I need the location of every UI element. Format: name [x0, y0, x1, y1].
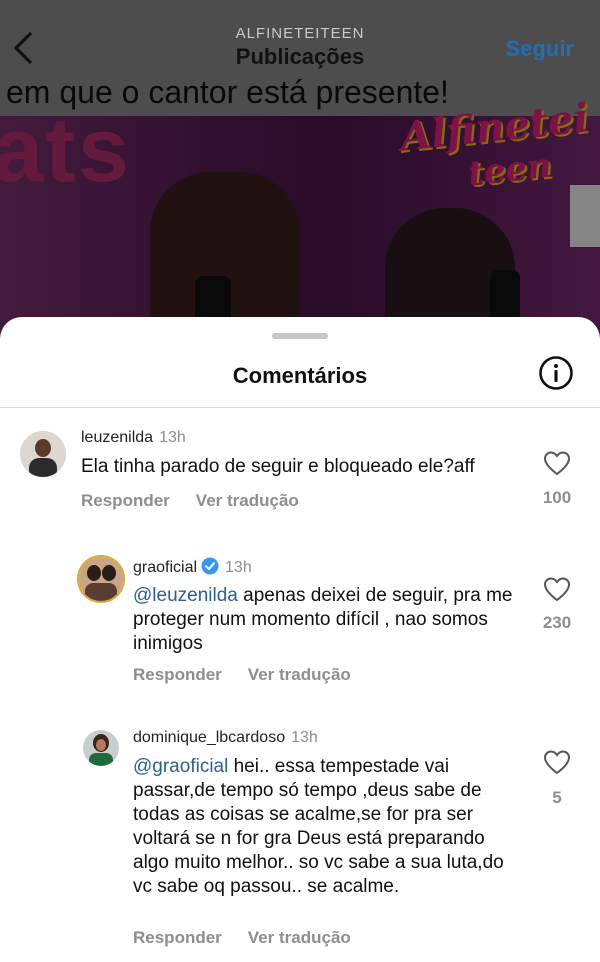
avatar[interactable]	[77, 555, 125, 603]
reply-button[interactable]: Responder	[133, 928, 222, 947]
comment-actions: Responder Ver tradução	[133, 665, 377, 685]
like-count: 100	[542, 488, 572, 507]
timestamp: 13h	[159, 429, 186, 446]
comment-body: hei.. essa tempestade vai passar,de temp…	[133, 756, 504, 897]
comment-body: Ela tinha parado de seguir e bloqueado e…	[81, 456, 475, 477]
translate-button[interactable]: Ver tradução	[248, 928, 351, 947]
comment-username-line: leuzenilda 13h	[81, 429, 186, 447]
avatar-image	[20, 431, 66, 477]
like-count: 5	[552, 788, 562, 807]
heart-icon[interactable]	[543, 450, 571, 476]
timestamp: 13h	[291, 729, 318, 746]
comment-actions: Responder Ver tradução	[133, 928, 377, 948]
avatar-image	[83, 730, 119, 766]
avatar[interactable]	[83, 730, 119, 766]
translate-button[interactable]: Ver tradução	[248, 665, 351, 684]
heart-icon[interactable]	[543, 749, 571, 775]
follow-button[interactable]: Seguir	[506, 36, 574, 62]
username[interactable]: graoficial	[133, 559, 197, 576]
timestamp: 13h	[225, 559, 252, 576]
mention-link[interactable]: @graoficial	[133, 756, 228, 777]
info-icon[interactable]	[538, 355, 574, 391]
divider	[0, 407, 600, 408]
reply-button[interactable]: Responder	[81, 491, 170, 510]
avatar-image	[79, 557, 123, 601]
username[interactable]: leuzenilda	[81, 429, 153, 446]
reply-button[interactable]: Responder	[133, 665, 222, 684]
comment-actions: Responder Ver tradução	[81, 491, 325, 511]
verified-badge-icon	[201, 557, 219, 575]
comment-username-line: graoficial 13h	[133, 557, 252, 577]
mention-link[interactable]: @leuzenilda	[133, 585, 238, 606]
username[interactable]: dominique_lbcardoso	[133, 729, 285, 746]
like-count: 230	[542, 613, 572, 632]
comments-sheet: Comentários leuzenilda 13h Ela tinha para…	[0, 317, 600, 962]
translate-button[interactable]: Ver tradução	[196, 491, 299, 510]
comment-username-line: dominique_lbcardoso 13h	[133, 729, 318, 747]
top-bar: ALFINETEITEEN Publicações Seguir	[0, 0, 600, 80]
heart-icon[interactable]	[543, 576, 571, 602]
drag-handle[interactable]	[272, 333, 328, 339]
comment-text: @graoficial hei.. essa tempestade vai pa…	[133, 755, 523, 899]
avatar[interactable]	[20, 431, 66, 477]
sheet-title: Comentários	[232, 363, 368, 388]
comment-text: @leuzenilda apenas deixei de seguir, pra…	[133, 584, 523, 656]
comment-text: Ela tinha parado de seguir e bloqueado e…	[81, 455, 531, 479]
